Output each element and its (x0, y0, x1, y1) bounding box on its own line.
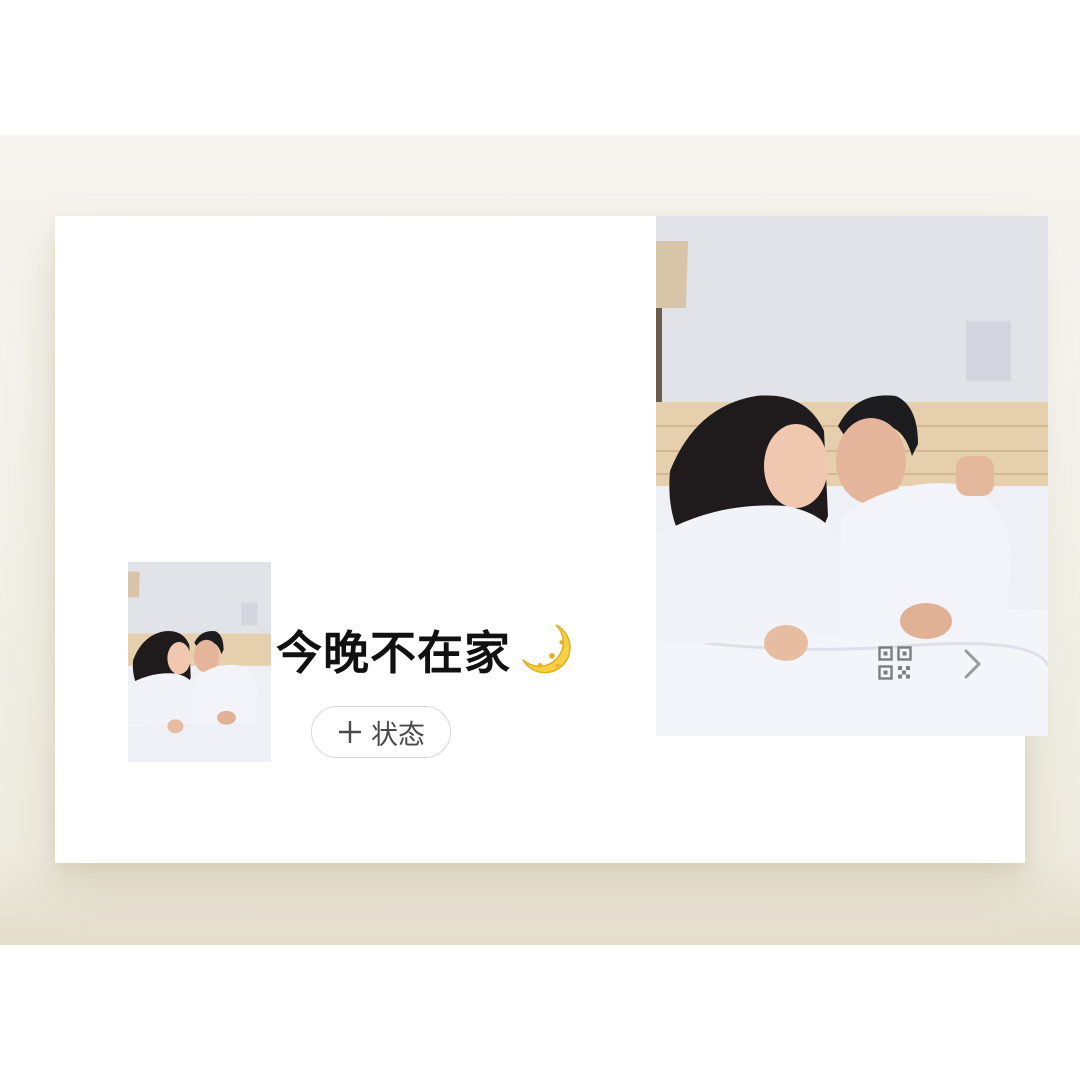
plus-icon (337, 719, 363, 745)
add-status-button[interactable]: 状态 (311, 706, 451, 758)
status-button-label: 状态 (371, 719, 425, 751)
avatar-image (128, 562, 271, 762)
couple-photo-image (656, 216, 1048, 736)
profile-header: 今晚不在家 状态 (55, 216, 1048, 863)
qr-code-icon[interactable] (878, 646, 912, 680)
crescent-moon-icon (519, 621, 577, 679)
chevron-right-icon[interactable] (960, 648, 984, 680)
cover-photo[interactable] (656, 216, 1048, 736)
avatar[interactable] (128, 562, 271, 762)
nickname: 今晚不在家 (276, 618, 577, 682)
nickname-text: 今晚不在家 (276, 626, 511, 680)
